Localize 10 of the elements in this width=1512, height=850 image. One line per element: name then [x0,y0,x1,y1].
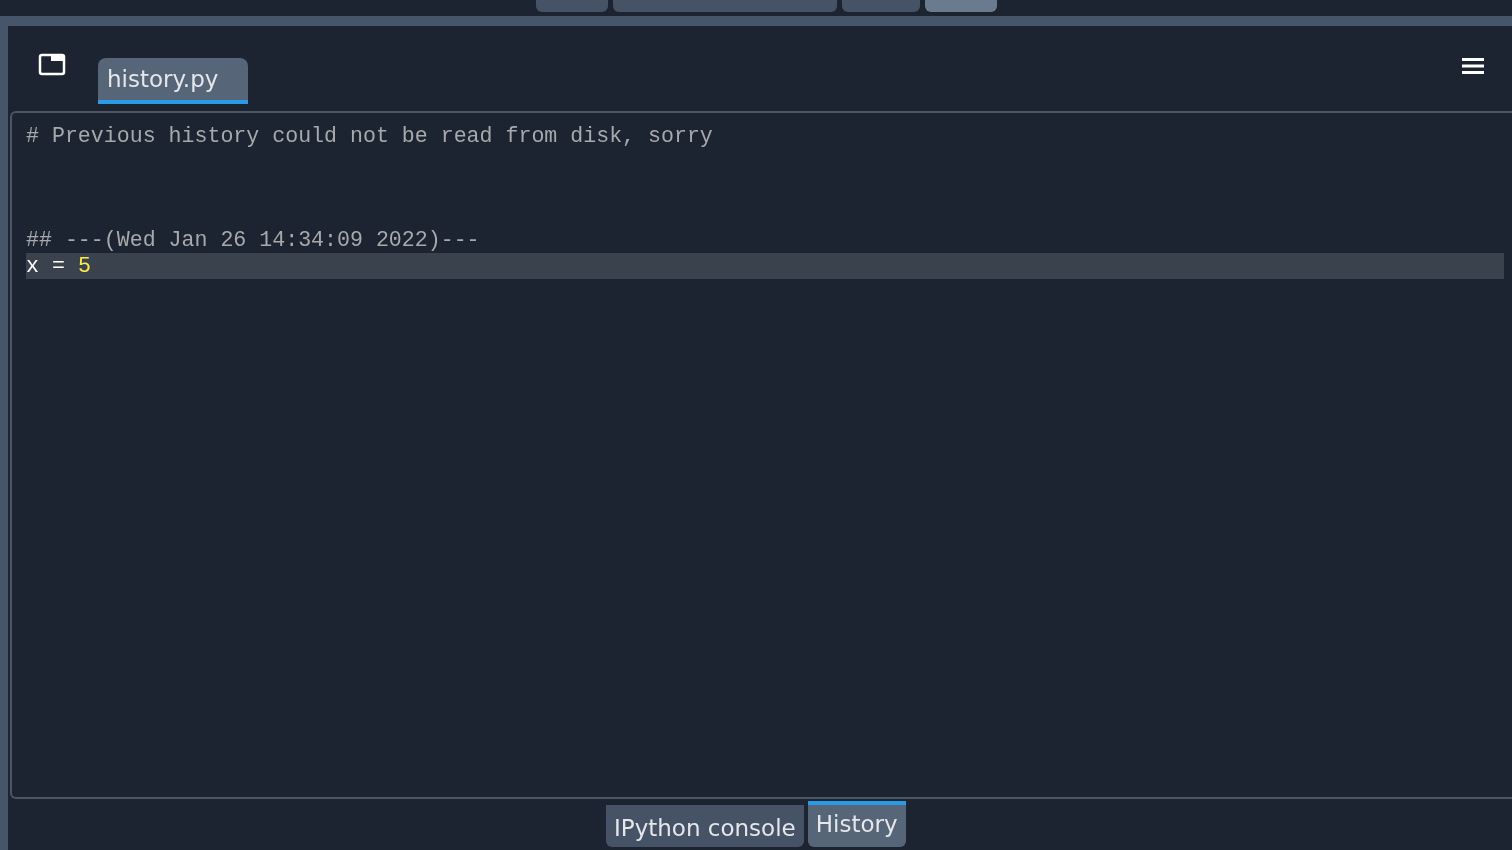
pane-tab[interactable]: History [807,801,906,847]
code-comment: ## ---(Wed Jan 26 14:34:09 2022)--- [26,228,480,252]
file-tab[interactable]: history.py [98,58,248,104]
window-icon[interactable] [38,53,66,77]
menu-icon[interactable] [1462,58,1484,74]
code-comment: # Previous history could not be read from disk, sorry [26,124,713,148]
editor-panel[interactable]: # Previous history could not be read from disk, sorry ## ---(Wed Jan 26 14:34:09 2022)--- x = 5 [10,111,1512,799]
pane-tab[interactable]: IPython console [606,805,804,847]
splitter-bar[interactable] [0,16,1512,26]
code-line: x = 5 [26,254,91,278]
